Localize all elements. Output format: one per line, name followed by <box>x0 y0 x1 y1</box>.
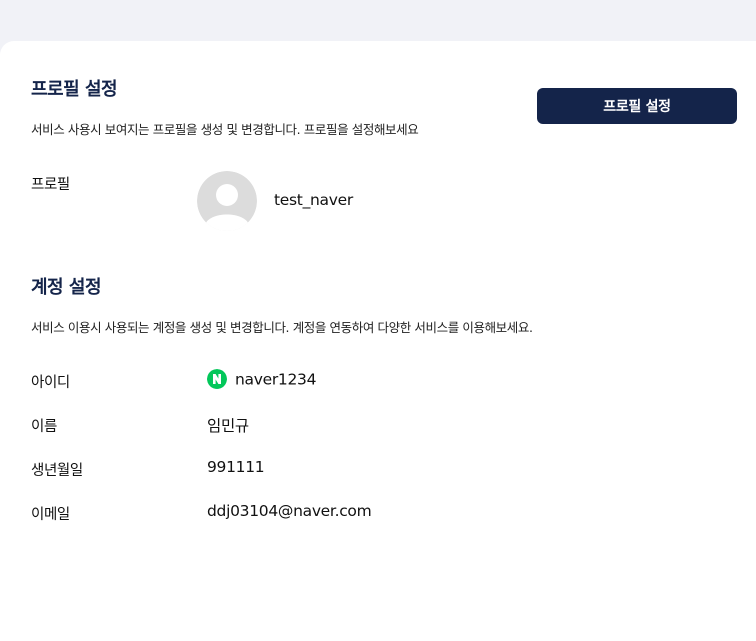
naver-icon <box>207 369 227 389</box>
default-avatar-icon <box>197 171 257 231</box>
account-name-value: 임민규 <box>207 417 249 435</box>
avatar[interactable] <box>197 171 257 231</box>
profile-settings-button[interactable]: 프로필 설정 <box>537 88 737 124</box>
profile-nickname: test_naver <box>274 191 353 209</box>
account-section-title: 계정 설정 <box>31 277 102 298</box>
account-email-value: ddj03104@naver.com <box>207 502 372 520</box>
profile-section-description: 서비스 사용시 보여지는 프로필을 생성 및 변경합니다. 프로필을 설정해보세… <box>31 122 419 137</box>
account-birthdate-label: 생년월일 <box>31 463 83 479</box>
profile-label: 프로필 <box>31 177 70 193</box>
account-section-description: 서비스 이용시 사용되는 계정을 생성 및 변경합니다. 계정을 연동하여 다양… <box>31 320 533 335</box>
account-id-label: 아이디 <box>31 375 70 391</box>
settings-card: 프로필 설정 서비스 사용시 보여지는 프로필을 생성 및 변경합니다. 프로필… <box>0 41 756 641</box>
account-email-label: 이메일 <box>31 507 70 523</box>
account-id-value: naver1234 <box>207 369 317 390</box>
profile-section-title: 프로필 설정 <box>31 79 118 100</box>
account-name-label: 이름 <box>31 419 57 435</box>
account-birthdate-value: 991111 <box>207 458 265 476</box>
account-id-text: naver1234 <box>235 370 317 389</box>
